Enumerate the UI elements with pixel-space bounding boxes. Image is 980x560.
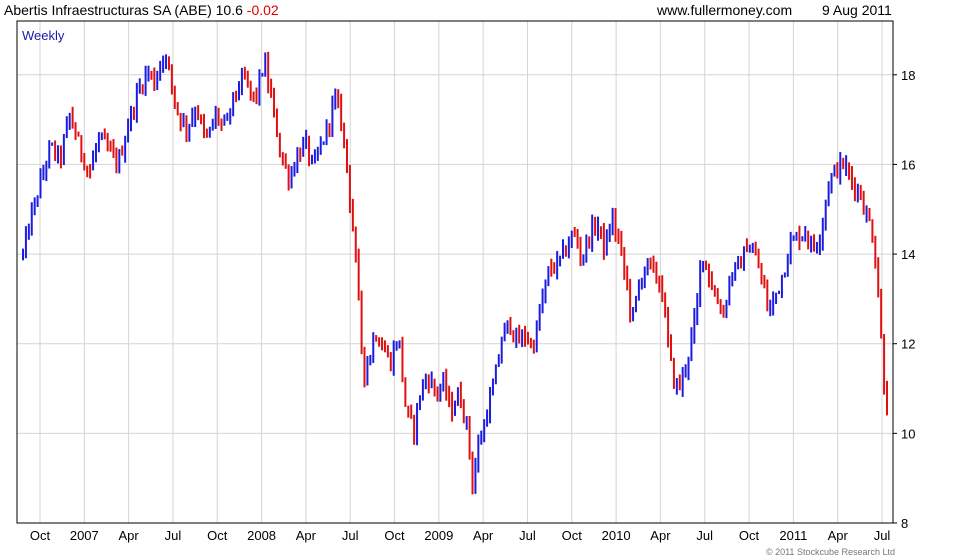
y-tick-label: 18: [901, 68, 915, 83]
y-tick-label: 16: [901, 157, 915, 172]
y-tick-label: 8: [901, 516, 908, 531]
y-axis-ticks: 8 10 12 14 16 18: [893, 68, 915, 531]
price-bars: [22, 51, 888, 495]
y-tick-label: 14: [901, 247, 915, 262]
x-tick-label: Jul: [696, 528, 713, 543]
x-tick-label: Oct: [562, 528, 583, 543]
x-tick-label: Jul: [342, 528, 359, 543]
price-chart: 81012141618 Oct 2007 Apr Jul Oct 2008 Apr Jul Oc…: [16, 20, 915, 557]
x-tick-label: 2007: [70, 528, 99, 543]
x-tick-label: Oct: [207, 528, 228, 543]
x-tick-label: Apr: [650, 528, 671, 543]
x-tick-label: 2011: [779, 528, 807, 543]
x-axis-ticks: Oct 2007 Apr Jul Oct 2008 Apr Jul Oct 2009 Apr Jul O…: [30, 528, 891, 543]
x-tick-label: 2009: [424, 528, 453, 543]
x-tick-label: Apr: [296, 528, 317, 543]
x-tick-label: Jul: [874, 528, 891, 543]
x-tick-label: 2010: [602, 528, 631, 543]
x-tick-label: Apr: [473, 528, 494, 543]
copyright-note: © 2011 Stockcube Research Ltd: [766, 547, 895, 557]
x-tick-label: Jul: [519, 528, 536, 543]
y-tick-label: 10: [901, 426, 915, 441]
x-tick-label: Oct: [384, 528, 405, 543]
x-tick-label: Oct: [739, 528, 760, 543]
x-tick-label: Apr: [119, 528, 140, 543]
period-label: Weekly: [22, 28, 65, 43]
x-tick-label: Apr: [828, 528, 849, 543]
x-tick-label: Oct: [30, 528, 51, 543]
y-tick-label: 12: [901, 337, 915, 352]
x-tick-label: Jul: [165, 528, 182, 543]
x-tick-label: 2008: [247, 528, 276, 543]
